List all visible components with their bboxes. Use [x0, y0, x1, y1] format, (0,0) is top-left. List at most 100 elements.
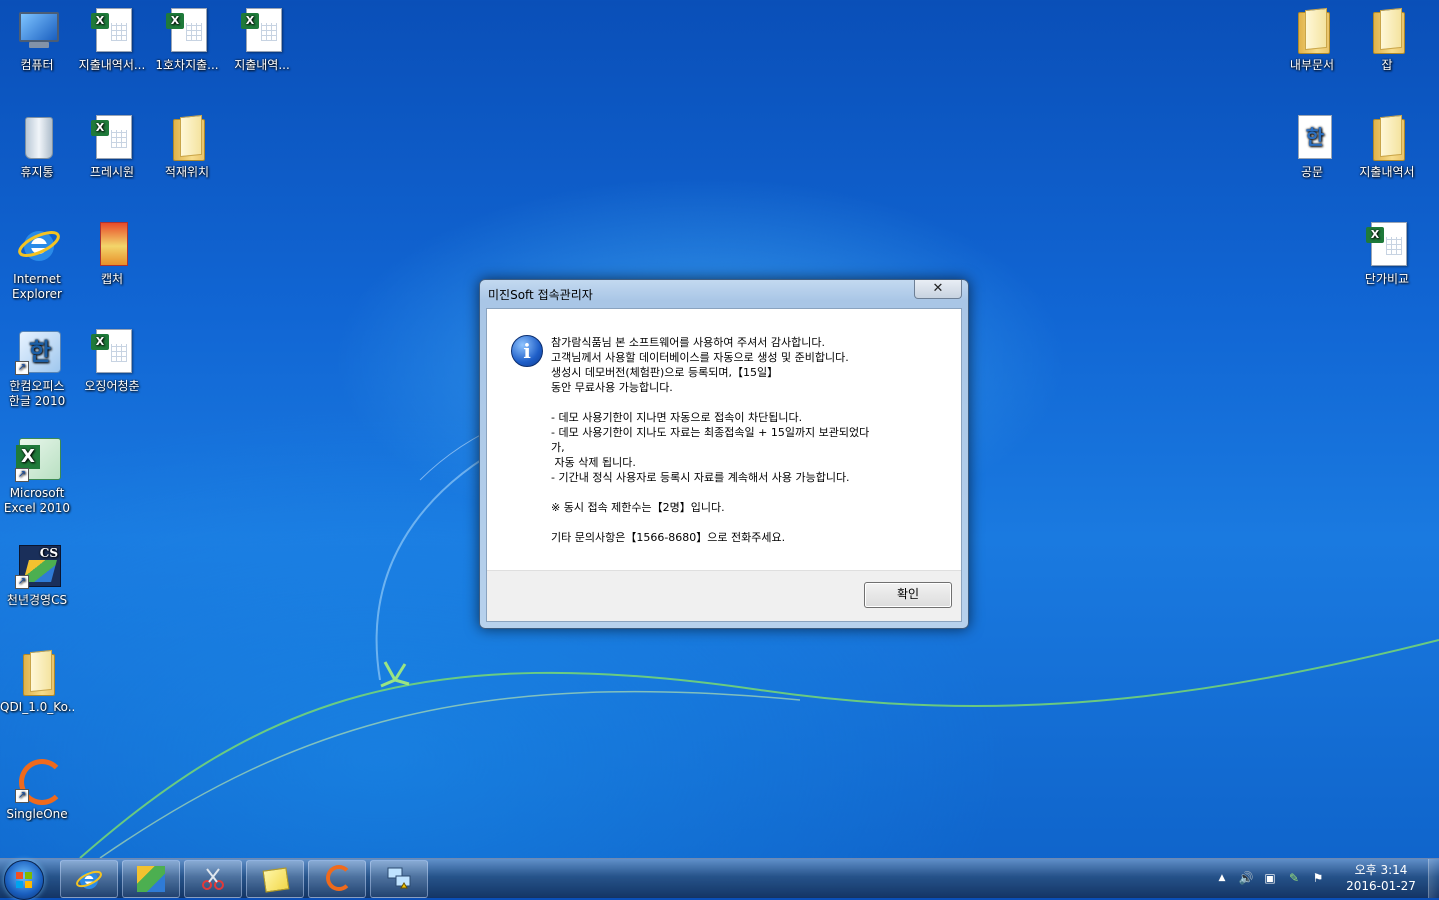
shortcut-arrow-icon: ↗ — [15, 575, 29, 589]
icon-label: SingleOne — [6, 807, 68, 821]
start-button[interactable] — [4, 860, 44, 900]
dialog-footer: 확인 — [487, 570, 961, 621]
scissors-icon — [202, 868, 224, 890]
connection-manager-dialog: 미진Soft 접속관리자 ✕ i 참가람식품님 본 소프트웨어를 사용하여 주셔… — [479, 279, 969, 629]
shortcut-arrow-icon: ↗ — [15, 361, 29, 375]
desktop-icon-computer[interactable]: 컴퓨터 — [0, 6, 74, 73]
message-line: 생성시 데모버전(체험판)으로 등록되며,【15일】 — [551, 366, 779, 379]
icon-label: 한컴오피스 한글 2010 — [8, 379, 66, 408]
shortcut-arrow-icon: ↗ — [15, 468, 29, 482]
internet-explorer-icon — [18, 231, 60, 261]
singleone-icon — [326, 865, 352, 891]
desktop-icon-official-letter[interactable]: 한 공문 — [1275, 113, 1349, 180]
close-button[interactable]: ✕ — [914, 280, 962, 299]
icon-label: Microsoft Excel 2010 — [3, 486, 71, 515]
dialog-title: 미진Soft 접속관리자 — [488, 288, 593, 302]
taskbar-button-network[interactable] — [370, 860, 428, 898]
desktop-icon-misc[interactable]: 잡 — [1350, 6, 1424, 73]
cheonnyeon-cs-icon — [137, 866, 165, 892]
excel-document-icon: X — [166, 8, 207, 52]
message-line: - 기간내 정식 사용자로 등록시 자료를 계속해서 사용 가능합니다. — [551, 471, 850, 484]
message-line — [551, 515, 931, 530]
shortcut-arrow-icon: ↗ — [15, 789, 29, 803]
desktop-icon-vehicle-expense[interactable]: X 1호차지출... — [150, 6, 224, 73]
folder-icon — [1373, 119, 1405, 161]
image-file-icon — [100, 222, 128, 266]
icon-label: 프레시원 — [89, 165, 135, 179]
taskbar-button-singleone[interactable] — [308, 860, 366, 898]
icon-label: 적재위치 — [164, 165, 210, 179]
folder-icon — [1373, 12, 1405, 54]
icon-label: 내부문서 — [1289, 58, 1335, 72]
desktop-icon-load-location[interactable]: 적재위치 — [150, 113, 224, 180]
desktop-icon-qdi[interactable]: QDI_1.0_Ko... — [0, 648, 74, 715]
excel-document-icon: X — [1366, 222, 1407, 266]
message-line: 고객님께서 사용할 데이터베이스를 자동으로 생성 및 준비합니다. — [551, 351, 849, 364]
clock-time: 오후 3:14 — [1354, 863, 1408, 877]
recycle-bin-icon — [25, 117, 53, 159]
desktop-icon-internet-explorer[interactable]: Internet Explorer — [0, 220, 74, 302]
dialog-message: 참가람식품님 본 소프트웨어를 사용하여 주셔서 감사합니다. 고객님께서 사용… — [551, 335, 931, 545]
taskbar-button-cheonnyeon-cs[interactable] — [122, 860, 180, 898]
desktop-icon-expense-folder[interactable]: 지출내역서 — [1350, 113, 1424, 180]
volume-icon[interactable]: 🔊 — [1238, 871, 1254, 885]
icon-label: 잡 — [1381, 58, 1393, 72]
desktop-icon-excel-2010[interactable]: X ↗ Microsoft Excel 2010 — [0, 434, 74, 516]
desktop-icon-price-compare[interactable]: X 단가비교 — [1350, 220, 1424, 287]
ok-button[interactable]: 확인 — [864, 582, 952, 608]
taskbar-button-snipping-tool[interactable] — [184, 860, 242, 898]
icon-label: 천년경영CS — [6, 593, 68, 607]
clock[interactable]: 오후 3:14 2016-01-27 — [1340, 862, 1422, 894]
excel-document-icon: X — [91, 115, 132, 159]
icon-label: QDI_1.0_Ko... — [0, 700, 74, 714]
info-icon: i — [511, 335, 543, 367]
icon-label: 오징어청춘 — [84, 379, 140, 393]
folder-icon — [1298, 12, 1330, 54]
message-line: 참가람식품님 본 소프트웨어를 사용하여 주셔서 감사합니다. — [551, 336, 825, 349]
dialog-client-area: i 참가람식품님 본 소프트웨어를 사용하여 주셔서 감사합니다. 고객님께서 … — [486, 308, 962, 622]
excel-document-icon: X — [91, 8, 132, 52]
desktop-icon-singleone[interactable]: ↗ SingleOne — [0, 755, 74, 822]
folder-icon — [173, 119, 205, 161]
icon-label: 단가비교 — [1364, 272, 1410, 286]
desktop-icon-internal-docs[interactable]: 내부문서 — [1275, 6, 1349, 73]
network-computer-icon — [387, 867, 411, 889]
show-desktop-button[interactable] — [1428, 859, 1439, 898]
desktop-icon-cheonnyeon-cs[interactable]: ↗ 천년경영CS — [0, 541, 74, 608]
desktop-icon-freshone[interactable]: X 프레시원 — [75, 113, 149, 180]
excel-document-icon: X — [91, 329, 132, 373]
taskbar-button-internet-explorer[interactable] — [60, 860, 118, 898]
message-line: 기타 문의사항은【1566-8680】으로 전화주세요. — [551, 531, 786, 544]
icon-label: 공문 — [1300, 165, 1324, 179]
desktop-icon-expense-2[interactable]: X 지출내역... — [225, 6, 299, 73]
desktop-icon-expense-1[interactable]: X 지출내역서... — [75, 6, 149, 73]
icon-label: 지출내역서 — [1359, 165, 1415, 179]
desktop-icon-squid-youth[interactable]: X 오징어청춘 — [75, 327, 149, 394]
clock-date: 2016-01-27 — [1346, 879, 1416, 893]
message-line: - 데모 사용기한이 지나도 자료는 최종접속일 + 15일까지 보관되었다 — [551, 426, 870, 439]
message-line — [551, 485, 931, 500]
folder-icon — [23, 654, 55, 696]
show-hidden-icons-button[interactable]: ▲ — [1214, 871, 1230, 885]
message-line: - 데모 사용기한이 지나면 자동으로 접속이 차단됩니다. — [551, 411, 803, 424]
excel-document-icon: X — [241, 8, 282, 52]
icon-label: 휴지통 — [20, 165, 54, 179]
icon-label: 1호차지출... — [155, 58, 219, 72]
message-line: 동안 무료사용 가능합니다. — [551, 381, 673, 394]
taskbar-button-sticky-notes[interactable] — [246, 860, 304, 898]
icon-label: 캡처 — [100, 272, 124, 286]
internet-explorer-icon — [76, 870, 102, 889]
taskbar: ▲ 🔊 ▣ ✎ ⚑ 오후 3:14 2016-01-27 — [0, 858, 1439, 900]
desktop-icon-capture[interactable]: 캡처 — [75, 220, 149, 287]
network-icon[interactable]: ▣ — [1262, 871, 1278, 885]
desktop-icon-hancom-office[interactable]: 한 ↗ 한컴오피스 한글 2010 — [0, 327, 74, 409]
icon-label: 지출내역... — [234, 58, 290, 72]
desktop-icon-recycle-bin[interactable]: 휴지통 — [0, 113, 74, 180]
action-center-flag-icon[interactable]: ⚑ — [1310, 871, 1326, 885]
message-line: ※ 동시 접속 제한수는【2명】입니다. — [551, 501, 725, 514]
sticky-notes-icon — [262, 867, 290, 893]
message-line — [551, 395, 931, 410]
icon-label: 지출내역서... — [78, 58, 146, 72]
pen-icon[interactable]: ✎ — [1286, 871, 1302, 885]
hangul-document-icon: 한 — [1298, 115, 1332, 159]
